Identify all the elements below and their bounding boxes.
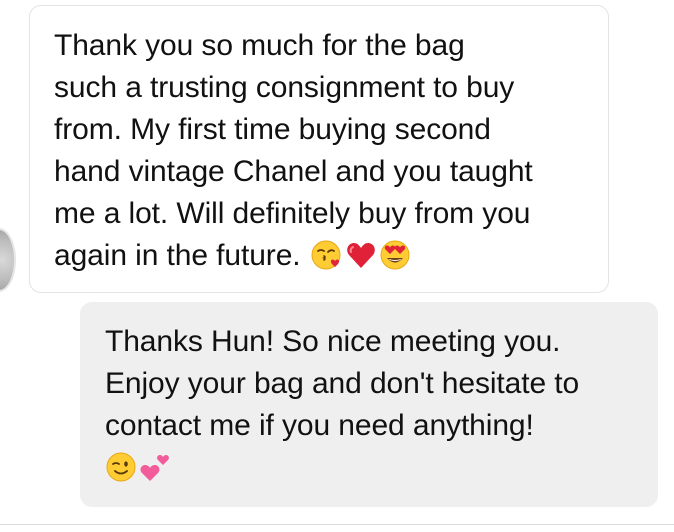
two-hearts-icon xyxy=(139,451,171,483)
message-line: Thank you so much for the bag xyxy=(54,29,465,62)
red-heart-icon xyxy=(345,239,377,271)
emoji-line xyxy=(105,447,640,489)
message-line: from. My first time buying second xyxy=(54,113,491,146)
sender-avatar[interactable] xyxy=(0,228,16,292)
outgoing-message-text: Thanks Hun! So nice meeting you. Enjoy y… xyxy=(105,321,640,489)
message-line: Thanks Hun! So nice meeting you. xyxy=(105,325,561,358)
message-line: again in the future. xyxy=(54,239,301,272)
message-line: contact me if you need anything! xyxy=(105,409,534,442)
outgoing-message-bubble[interactable]: Thanks Hun! So nice meeting you. Enjoy y… xyxy=(80,302,658,507)
winking-face-icon xyxy=(105,451,137,483)
face-blowing-kiss-icon xyxy=(311,239,343,271)
heart-eyes-face-icon xyxy=(379,239,411,271)
message-last-line: again in the future. xyxy=(54,235,590,277)
message-line: such a trusting consignment to buy xyxy=(54,71,515,104)
message-line: me a lot. Will definitely buy from you xyxy=(54,197,531,230)
bottom-divider xyxy=(0,524,674,525)
incoming-message-text: Thank you so much for the bag such a tru… xyxy=(54,25,590,277)
incoming-message-bubble[interactable]: Thank you so much for the bag such a tru… xyxy=(29,5,609,293)
chat-screen: Thank you so much for the bag such a tru… xyxy=(0,0,674,532)
message-line: Enjoy your bag and don't hesitate to xyxy=(105,367,580,400)
message-line: hand vintage Chanel and you taught xyxy=(54,155,533,188)
